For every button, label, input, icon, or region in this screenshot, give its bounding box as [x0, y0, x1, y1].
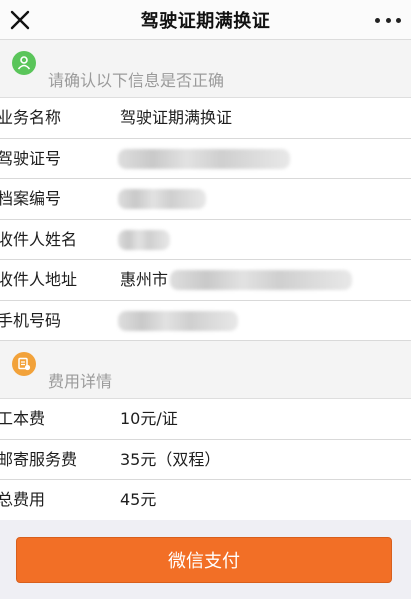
- row-value: 35元（双程）: [120, 449, 221, 469]
- wechat-pay-button[interactable]: 微信支付: [16, 537, 392, 583]
- row-label: 驾驶证号: [0, 148, 62, 168]
- row-label: 邮寄服务费: [0, 449, 78, 469]
- info-row-recipient-name: 收件人姓名: [0, 219, 411, 260]
- row-label: 总费用: [0, 490, 46, 509]
- fees-section-header: 费用详情: [0, 341, 411, 399]
- redacted-value: [118, 310, 238, 331]
- top-bar: 驾驶证期满换证: [0, 0, 411, 40]
- redacted-value: [118, 229, 170, 250]
- row-label: 档案编号: [0, 189, 62, 208]
- info-row-recipient-address: 收件人地址 惠州市: [0, 260, 411, 301]
- fee-row-production: 工本费 10元/证: [0, 399, 411, 440]
- fee-row-postal: 邮寄服务费 35元（双程）: [0, 439, 411, 480]
- redacted-value: [170, 270, 352, 290]
- row-value: 45元: [120, 490, 157, 509]
- footer: 微信支付: [0, 520, 411, 599]
- info-row-phone: 手机号码: [0, 300, 411, 341]
- receipt-icon: [12, 352, 36, 376]
- fee-row-total: 总费用 45元: [0, 480, 411, 521]
- row-value: 惠州市: [120, 270, 169, 289]
- more-icon[interactable]: [375, 10, 401, 30]
- confirm-heading: 请确认以下信息是否正确: [48, 71, 225, 90]
- row-label: 手机号码: [0, 310, 62, 330]
- redacted-value: [118, 148, 290, 169]
- row-label: 业务名称: [0, 108, 62, 127]
- info-row-business: 业务名称 驾驶证期满换证: [0, 98, 411, 139]
- row-label: 收件人姓名: [0, 229, 78, 249]
- row-value: 驾驶证期满换证: [120, 108, 233, 127]
- fees-heading: 费用详情: [48, 372, 113, 391]
- info-row-file-number: 档案编号: [0, 179, 411, 220]
- person-icon: [12, 51, 36, 75]
- row-label: 工本费: [0, 409, 46, 428]
- row-value: 10元/证: [120, 409, 178, 428]
- info-row-license-number: 驾驶证号: [0, 138, 411, 179]
- row-label: 收件人地址: [0, 270, 78, 289]
- redacted-value: [118, 189, 206, 209]
- confirm-section-header: 请确认以下信息是否正确: [0, 40, 411, 98]
- close-icon[interactable]: [8, 8, 32, 32]
- page-title: 驾驶证期满换证: [140, 10, 271, 32]
